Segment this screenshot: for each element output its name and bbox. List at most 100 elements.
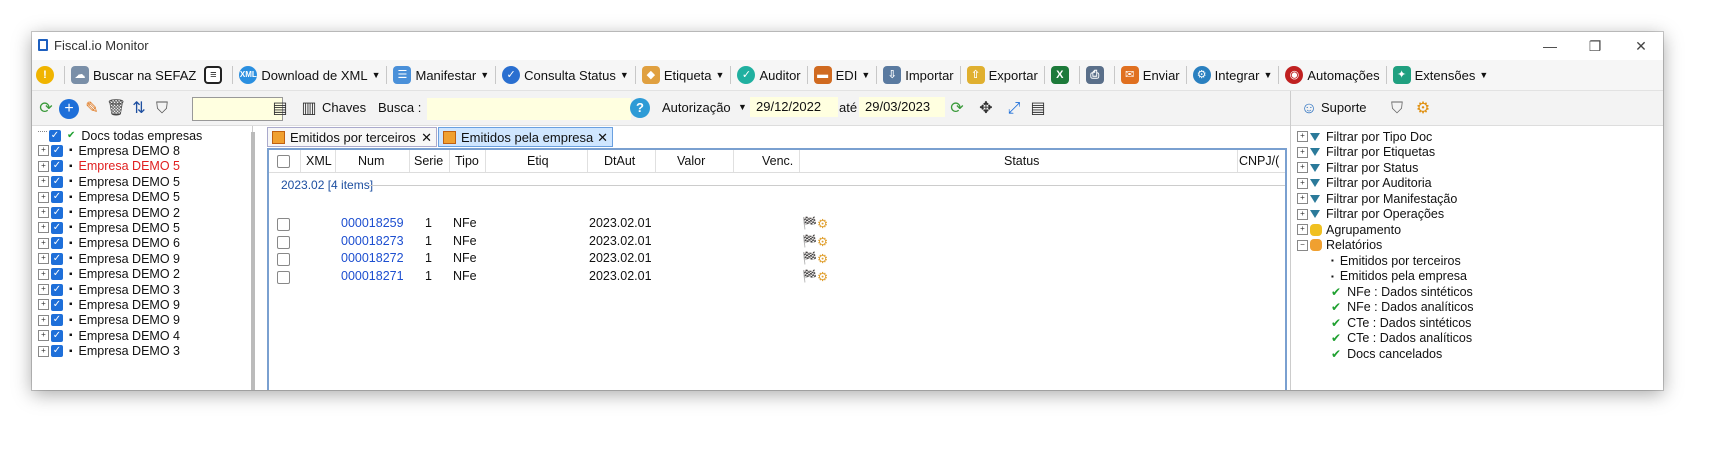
- list-button[interactable]: ≡: [200, 62, 230, 88]
- expand-icon[interactable]: +: [1297, 162, 1308, 173]
- tree-item-company[interactable]: + ✓ ▪ Empresa DEMO 2: [32, 205, 180, 220]
- tree-item-company[interactable]: + ✓ ▪ Empresa DEMO 9: [32, 251, 180, 266]
- column-header[interactable]: CNPJ/(: [1239, 154, 1279, 168]
- barcode-icon[interactable]: ▥: [299, 99, 319, 119]
- tree-item-company[interactable]: + ✓ ▪ Empresa DEMO 4: [32, 328, 180, 343]
- integrar-menu[interactable]: ⚙ Integrar ▼: [1189, 62, 1277, 88]
- left-scrollbar[interactable]: [251, 132, 255, 390]
- column-divider[interactable]: [799, 150, 800, 172]
- checkbox[interactable]: ✓: [51, 144, 63, 157]
- report-item[interactable]: ✔ NFe : Dados sintéticos: [1331, 284, 1473, 299]
- filter-item[interactable]: + Filtrar por Status: [1297, 160, 1418, 175]
- expand-icon[interactable]: +: [38, 160, 49, 172]
- expand-icon[interactable]: +: [1297, 146, 1308, 158]
- print-button[interactable]: ⎙: [1082, 62, 1112, 88]
- tree-item-company[interactable]: + ✓ ▪ Empresa DEMO 5: [32, 220, 180, 235]
- chevron-down-icon[interactable]: ▼: [738, 102, 747, 112]
- expand-icon[interactable]: +: [38, 176, 49, 188]
- expand-icon[interactable]: ⤢: [1004, 99, 1024, 119]
- expand-icon[interactable]: +: [1297, 224, 1308, 235]
- support-icon[interactable]: ☺: [1299, 99, 1319, 119]
- column-header[interactable]: Status: [1004, 154, 1039, 168]
- expand-icon[interactable]: +: [38, 237, 49, 249]
- report-item[interactable]: ▪ Emitidos por terceiros: [1331, 253, 1461, 268]
- etiqueta-menu[interactable]: ◆ Etiqueta ▼: [638, 62, 729, 88]
- lightbulb-button[interactable]: !: [32, 62, 62, 88]
- report-item[interactable]: ✔ CTe : Dados sintéticos: [1331, 315, 1471, 330]
- column-divider[interactable]: [485, 150, 486, 172]
- row-checkbox[interactable]: [277, 235, 290, 249]
- help-icon[interactable]: ?: [630, 98, 650, 118]
- tree-item-company[interactable]: + ✓ ▪ Empresa DEMO 2: [32, 267, 180, 282]
- table-row[interactable]: 000018273 1 NFe 2023.02.01 🏁 ⚙: [269, 234, 1285, 251]
- checkbox[interactable]: ✓: [51, 160, 63, 173]
- close-icon[interactable]: ✕: [421, 128, 432, 148]
- filter-item[interactable]: + Filtrar por Operações: [1297, 207, 1444, 222]
- extensoes-menu[interactable]: ✦ Extensões ▼: [1389, 62, 1493, 88]
- column-divider[interactable]: [733, 150, 734, 172]
- close-icon[interactable]: ✕: [597, 128, 608, 148]
- row-checkbox[interactable]: [277, 253, 290, 266]
- filter-item[interactable]: + Agrupamento: [1297, 222, 1401, 237]
- tree-item-all[interactable]: ✓ ✔ Docs todas empresas: [32, 128, 202, 143]
- document-search-icon[interactable]: ▤: [270, 99, 290, 119]
- tree-item-company[interactable]: + ✓ ▪ Empresa DEMO 5: [32, 159, 180, 174]
- chaves-button[interactable]: Chaves: [322, 100, 366, 115]
- column-divider[interactable]: [587, 150, 588, 172]
- column-header[interactable]: Tipo: [455, 154, 479, 168]
- checkbox[interactable]: ✓: [51, 237, 63, 250]
- tab-emitidos-empresa[interactable]: Emitidos pela empresa ✕: [438, 127, 613, 147]
- select-all-checkbox[interactable]: [277, 155, 290, 168]
- download-xml-menu[interactable]: XML Download de XML ▼: [235, 62, 384, 88]
- restore-icon[interactable]: ❐: [1575, 36, 1615, 56]
- sort-icon[interactable]: ⇅: [129, 99, 149, 119]
- expand-icon[interactable]: +: [38, 207, 49, 218]
- close-icon[interactable]: ✕: [1621, 36, 1661, 56]
- checkbox[interactable]: ✓: [51, 252, 63, 265]
- tree-line-icon[interactable]: [38, 130, 47, 141]
- expand-icon[interactable]: +: [38, 330, 49, 342]
- tree-item-company[interactable]: + ✓ ▪ Empresa DEMO 3: [32, 344, 180, 359]
- checkbox[interactable]: ✓: [51, 298, 63, 311]
- tree-item-company[interactable]: + ✓ ▪ Empresa DEMO 9: [32, 313, 180, 328]
- automacoes-button[interactable]: ◉ Automações: [1281, 62, 1383, 88]
- tree-item-company[interactable]: + ✓ ▪ Empresa DEMO 5: [32, 174, 180, 189]
- expand-icon[interactable]: +: [38, 268, 49, 280]
- checkbox[interactable]: ✓: [49, 129, 61, 142]
- column-divider[interactable]: [409, 150, 410, 172]
- column-divider[interactable]: [335, 150, 336, 172]
- column-divider[interactable]: [1237, 150, 1238, 172]
- row-checkbox[interactable]: [277, 218, 290, 231]
- excel-button[interactable]: X: [1047, 62, 1077, 88]
- column-divider[interactable]: [300, 150, 301, 172]
- checkbox[interactable]: ✓: [51, 221, 63, 234]
- tab-emitidos-terceiros[interactable]: Emitidos por terceiros ✕: [267, 127, 437, 147]
- column-header[interactable]: DtAut: [604, 154, 635, 168]
- column-header[interactable]: Etiq: [527, 154, 549, 168]
- date-to-field[interactable]: 29/03/2023: [859, 97, 945, 117]
- edi-menu[interactable]: ▬ EDI ▼: [810, 62, 875, 88]
- date-from-field[interactable]: 29/12/2022: [750, 97, 838, 117]
- expand-icon[interactable]: +: [1297, 177, 1308, 189]
- checkbox[interactable]: ✓: [51, 175, 63, 188]
- expand-icon[interactable]: +: [1297, 193, 1308, 204]
- auditor-button[interactable]: ✓ Auditor: [733, 62, 804, 88]
- autorizacao-select[interactable]: Autorização: [662, 100, 731, 115]
- group-row[interactable]: 2023.02 [4 items]: [281, 178, 373, 192]
- table-row[interactable]: 000018272 1 NFe 2023.02.01 🏁 ⚙: [269, 251, 1285, 268]
- checkbox[interactable]: ✓: [51, 283, 63, 296]
- expand-icon[interactable]: +: [1297, 208, 1308, 220]
- filter-item[interactable]: − Relatórios: [1297, 238, 1382, 253]
- gear-icon[interactable]: ⚙: [1413, 99, 1433, 119]
- tree-item-company[interactable]: + ✓ ▪ Empresa DEMO 6: [32, 236, 180, 251]
- column-header[interactable]: Valor: [677, 154, 705, 168]
- filter-item[interactable]: + Filtrar por Auditoria: [1297, 176, 1432, 191]
- tree-item-company[interactable]: + ✓ ▪ Empresa DEMO 9: [32, 297, 180, 312]
- filter-icon[interactable]: ⛉: [152, 99, 172, 119]
- expand-icon[interactable]: +: [38, 191, 49, 203]
- expand-icon[interactable]: +: [38, 145, 49, 157]
- column-divider[interactable]: [449, 150, 450, 172]
- expand-icon[interactable]: +: [38, 253, 49, 265]
- filter-item[interactable]: + Filtrar por Manifestação: [1297, 191, 1457, 206]
- column-divider[interactable]: [655, 150, 656, 172]
